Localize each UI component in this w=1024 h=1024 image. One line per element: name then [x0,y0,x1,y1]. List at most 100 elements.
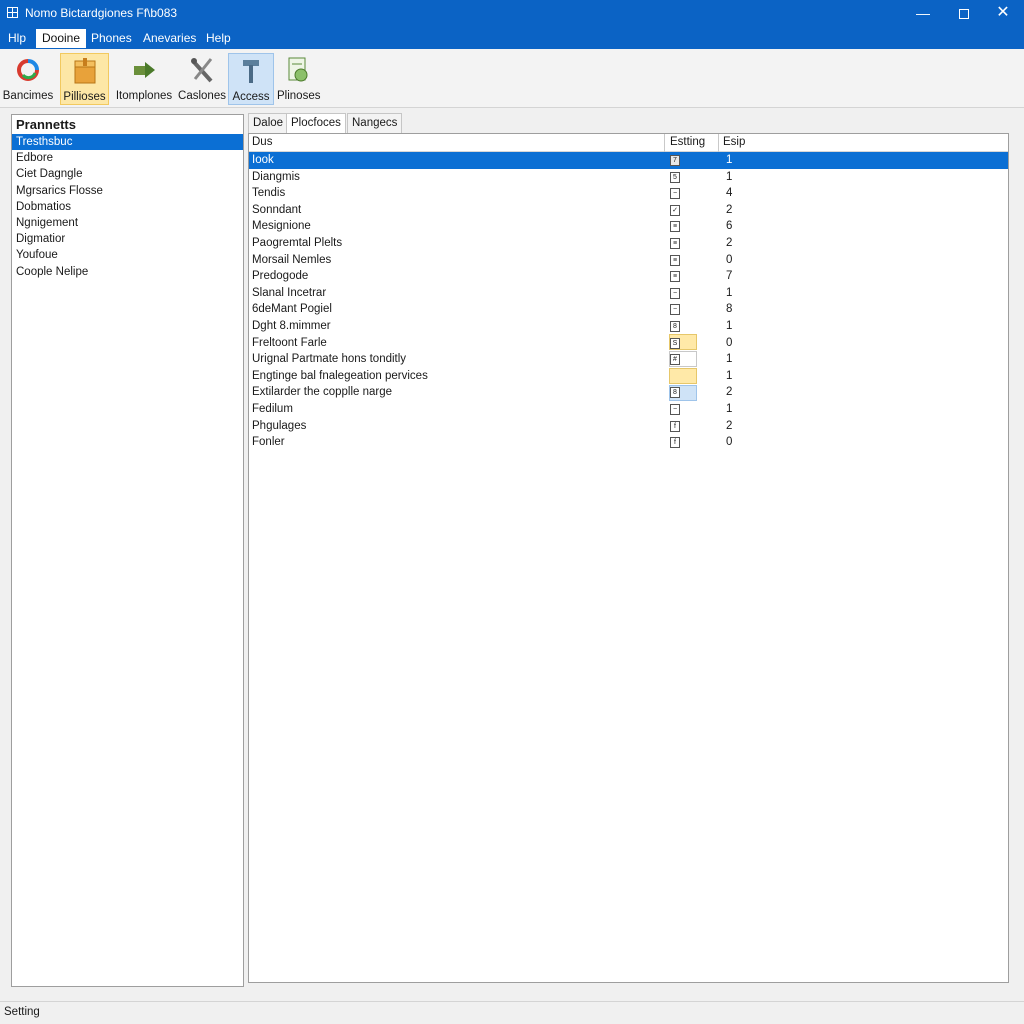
menu-phones[interactable]: Phones [85,29,138,48]
row-name: Phgulages [252,419,307,432]
list-row[interactable]: Mesignione ≡ 6 [249,218,1008,235]
setting-icon: S [670,337,680,349]
row-name: Tendis [252,187,286,200]
tools-icon [191,58,213,83]
details-list: Dus Estting Esip Iook 7 1 Diangmis 5 1 T… [248,133,1009,983]
setting-icon: ≡ [670,254,680,266]
row-name: Engtinge bal fnalegeation pervices [252,369,428,382]
list-row[interactable]: Paogremtal Plelts ≡ 2 [249,235,1008,252]
refresh-icon [17,59,39,81]
setting-icon: # [670,354,680,366]
tree-item[interactable]: Edbore [12,150,243,166]
tree-item[interactable]: Digmatior [12,231,243,247]
list-row[interactable]: Fedilum − 1 [249,401,1008,418]
row-value: 1 [726,353,733,366]
row-value: 0 [726,253,733,266]
row-name: Fedilum [252,403,293,415]
row-name: Slanal Incetrar [252,286,327,299]
setting-icon: 8 [670,387,680,399]
row-name: Iook [252,154,274,166]
row-name: Mesignione [252,220,311,233]
title-bar: Nomo Bictardgiones Ff\b083 — ✕ [0,0,1024,27]
hammer-icon [243,60,259,83]
tree-item[interactable]: Tresthsbuc [12,134,243,151]
menu-dooine[interactable]: Dooine [36,29,87,48]
maximize-button[interactable] [945,0,983,27]
tool-plinoses-button[interactable]: Plinoses [277,53,320,105]
list-row[interactable]: Iook 7 1 [249,152,1008,169]
minimize-button[interactable]: — [904,0,942,27]
list-row[interactable]: Morsail Nemles ≡ 0 [249,252,1008,269]
menu-bar: Hlp Dooine Phones Anevaries Help [0,27,1024,49]
menu-hlp[interactable]: Hlp [2,29,32,48]
row-name: Extilarder the copplle narge [252,386,392,399]
setting-icon: ≡ [670,221,680,233]
column-header-dus[interactable]: Dus [252,136,272,148]
tree-item[interactable]: Coople Nelipe [12,264,243,280]
list-row[interactable]: Extilarder the copplle narge 8 2 [249,384,1008,401]
row-name: Fonler [252,436,285,449]
row-value: 1 [726,320,733,332]
row-name: Diangmis [252,170,300,183]
row-name: Freltoont Farle [252,336,327,349]
setting-icon: − [670,304,680,316]
menu-help[interactable]: Help [200,29,237,48]
tab-plocfoces[interactable]: Plocfoces [286,113,346,134]
row-value: 7 [726,270,733,283]
setting-icon: − [670,404,680,415]
row-value: 2 [726,419,733,432]
row-value: 6 [726,220,733,233]
window-title: Nomo Bictardgiones Ff\b083 [25,6,178,20]
list-row[interactable]: Phgulages f 2 [249,418,1008,435]
list-row[interactable]: Slanal Incetrar − 1 [249,285,1008,302]
list-row[interactable]: Freltoont Farle S 0 [249,335,1008,352]
tool-label: Access [232,91,270,103]
list-row[interactable]: Predogode ≡ 7 [249,268,1008,285]
row-value: 4 [726,187,733,200]
tool-label: Pillioses [63,91,106,103]
maximize-icon [959,9,969,20]
row-name: 6deMant Pogiel [252,303,332,316]
list-row[interactable]: Sonndant ✓ 2 [249,202,1008,219]
pane-header: Prannetts [16,117,76,132]
column-header-estting[interactable]: Estting [670,136,705,148]
row-name: Dght 8.mimmer [252,320,331,332]
column-divider[interactable] [664,134,665,152]
list-row[interactable]: Engtinge bal fnalegeation pervices 1 [249,368,1008,385]
row-value: 1 [726,170,733,183]
left-tree-pane: Prannetts Tresthsbuc Edbore Ciet Dagngle… [11,114,244,987]
tool-pillioses-button[interactable]: Pillioses [60,53,109,105]
setting-icon: ✓ [670,204,680,216]
tree-item[interactable]: Youfoue [12,247,243,263]
setting-icon: − [670,188,680,200]
column-divider[interactable] [718,134,719,152]
setting-icon: f [670,437,680,449]
setting-icon: ≡ [670,271,680,283]
row-name: Sonndant [252,203,302,216]
tree-item[interactable]: Ciet Dagngle [12,166,243,182]
list-row[interactable]: 6deMant Pogiel − 8 [249,301,1008,318]
column-header-esip[interactable]: Esip [723,136,745,148]
list-row[interactable]: Fonler f 0 [249,434,1008,451]
row-value: 2 [726,203,733,216]
menu-anevaries[interactable]: Anevaries [137,29,202,48]
status-bar: Setting [0,1001,1024,1024]
tool-itomplones-button[interactable]: Itomplones [114,53,174,105]
close-button[interactable]: ✕ [984,0,1022,27]
list-row[interactable]: Tendis − 4 [249,185,1008,202]
row-value: 0 [726,436,733,449]
tree-item[interactable]: Dobmatios [12,199,243,215]
tab-nangecs[interactable]: Nangecs [347,113,403,133]
tab-daloe[interactable]: Daloe [248,113,289,133]
tree-item[interactable]: Ngnigement [12,215,243,231]
tool-bancimes-button[interactable]: Bancimes [2,53,54,105]
list-row[interactable]: Diangmis 5 1 [249,169,1008,186]
list-row[interactable]: Urignal Partmate hons tonditly # 1 [249,351,1008,368]
tool-caslones-button[interactable]: Caslones [178,53,226,105]
row-value: 1 [726,403,733,415]
tree-item[interactable]: Mgrsarics Flosse [12,183,243,199]
row-name: Morsail Nemles [252,253,332,266]
row-value: 2 [726,237,733,249]
list-row[interactable]: Dght 8.mimmer 8 1 [249,318,1008,335]
tool-access-button[interactable]: Access [228,53,274,105]
